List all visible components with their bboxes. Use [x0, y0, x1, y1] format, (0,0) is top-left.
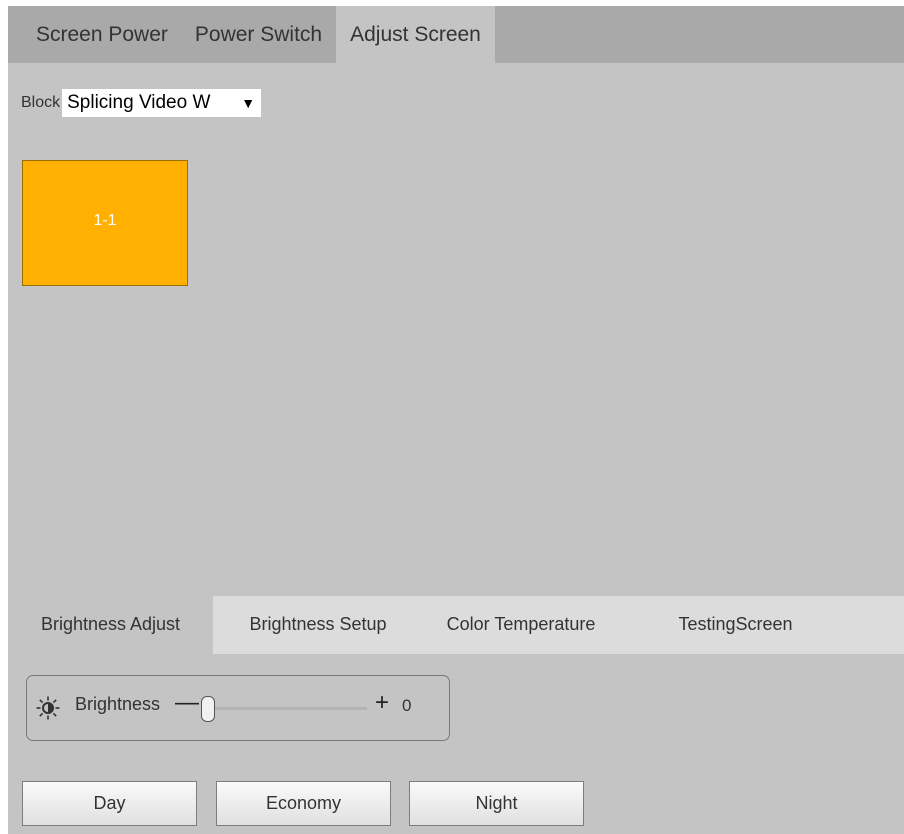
- screen-tile[interactable]: 1-1: [22, 160, 188, 286]
- day-button[interactable]: Day: [22, 781, 197, 826]
- tab-power-switch[interactable]: Power Switch: [181, 6, 336, 63]
- night-button[interactable]: Night: [409, 781, 584, 826]
- tab-adjust-screen[interactable]: Adjust Screen: [336, 6, 495, 63]
- brightness-slider-track[interactable]: [207, 707, 367, 710]
- tab-brightness-adjust[interactable]: Brightness Adjust: [8, 596, 213, 654]
- sun-icon: [36, 696, 60, 720]
- brightness-value: 0: [402, 696, 412, 715]
- brightness-increase-button[interactable]: +: [375, 690, 389, 716]
- tab-brightness-setup[interactable]: Brightness Setup: [218, 596, 418, 654]
- block-label: Block: [21, 94, 61, 111]
- brightness-slider-handle[interactable]: [201, 696, 215, 722]
- block-select-value: Splicing Video W: [67, 92, 211, 113]
- adjust-tab-bar: Brightness Adjust Brightness Setup Color…: [8, 596, 904, 654]
- brightness-decrease-button[interactable]: —: [175, 690, 199, 716]
- brightness-control: Brightness — + 0: [26, 675, 450, 741]
- tab-testing-screen[interactable]: TestingScreen: [653, 596, 818, 654]
- block-select[interactable]: Splicing Video W ▼: [62, 89, 262, 117]
- dropdown-arrow-icon[interactable]: ▼: [239, 89, 256, 117]
- tab-screen-power[interactable]: Screen Power: [8, 6, 181, 63]
- block-selector-row: Block Splicing Video W ▼: [21, 89, 262, 117]
- economy-button[interactable]: Economy: [216, 781, 391, 826]
- top-tab-bar: Screen Power Power Switch Adjust Screen: [8, 6, 904, 63]
- adjust-screen-panel: Screen Power Power Switch Adjust Screen …: [8, 6, 904, 834]
- tab-color-temperature[interactable]: Color Temperature: [426, 596, 616, 654]
- brightness-label: Brightness: [75, 694, 161, 714]
